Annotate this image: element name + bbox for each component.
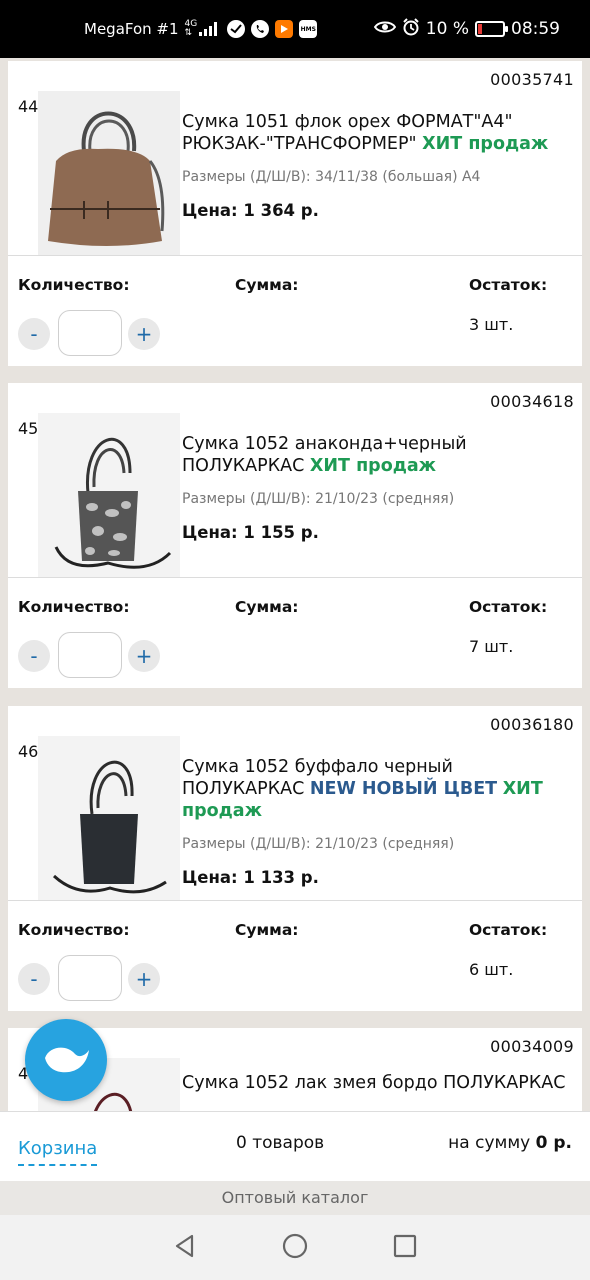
back-icon[interactable] [172, 1233, 198, 1263]
cart-bar: Корзина 0 товаров на сумму 0 р. [0, 1111, 590, 1181]
quantity-input[interactable] [58, 310, 122, 356]
product-card: 00035741 44 Сумка 1051 флок орех ФОРМАТ"… [8, 61, 582, 366]
decrease-button[interactable]: - [18, 318, 50, 350]
quantity-input[interactable] [58, 632, 122, 678]
product-price: Цена: 1 133 р. [182, 868, 319, 887]
divider [8, 577, 582, 578]
clock: 08:59 [511, 19, 560, 39]
stock-value: 6 шт. [469, 960, 514, 979]
stock-value: 3 шт. [469, 315, 514, 334]
product-sizes: Размеры (Д/Ш/В): 34/11/38 (большая) А4 [182, 169, 481, 185]
cart-link[interactable]: Корзина [18, 1138, 98, 1166]
chat-button[interactable] [25, 1019, 107, 1101]
product-code: 00035741 [490, 70, 574, 89]
product-title[interactable]: Сумка 1052 лак змея бордо ПОЛУКАРКАС [182, 1072, 574, 1094]
hit-badge: ХИТ продаж [422, 134, 549, 154]
decrease-button[interactable]: - [18, 640, 50, 672]
battery-percent: 10 % [425, 19, 469, 39]
product-title[interactable]: Сумка 1052 буффало черный ПОЛУКАРКАС NEW… [182, 756, 574, 822]
product-sizes: Размеры (Д/Ш/В): 21/10/23 (средняя) [182, 836, 455, 852]
product-price: Цена: 1 364 р. [182, 201, 319, 220]
alarm-icon [402, 17, 420, 41]
new-color-badge: NEW НОВЫЙ ЦВЕТ [309, 779, 498, 799]
product-number: 46 [18, 742, 39, 761]
status-bar: MegaFon #1 4G ⇅ HMS 10 % 08:59 [0, 0, 590, 58]
increase-button[interactable]: + [128, 640, 160, 672]
carrier-name: MegaFon #1 [84, 20, 179, 38]
product-code: 00034009 [490, 1037, 574, 1056]
hms-icon: HMS [299, 20, 318, 38]
stock-label: Остаток: [469, 921, 548, 939]
decrease-button[interactable]: - [18, 963, 50, 995]
product-number: 45 [18, 419, 39, 438]
product-title[interactable]: Сумка 1052 анаконда+черный ПОЛУКАРКАС ХИ… [182, 433, 574, 477]
network-type: 4G ⇅ [184, 19, 198, 38]
stock-label: Остаток: [469, 598, 548, 616]
cart-total: на сумму 0 р. [448, 1133, 572, 1153]
sberbank-icon [227, 20, 246, 38]
quantity-label: Количество: [18, 921, 130, 939]
catalog-link[interactable]: Оптовый каталог [0, 1181, 590, 1215]
cart-total-value: 0 р. [535, 1133, 572, 1153]
sum-label: Сумма: [235, 921, 299, 939]
product-title[interactable]: Сумка 1051 флок орех ФОРМАТ"А4" РЮКЗАК-"… [182, 111, 574, 155]
product-price: Цена: 1 155 р. [182, 523, 319, 542]
product-card: 00036180 46 Сумка 1052 буффало черный ПО… [8, 706, 582, 1011]
viber-icon [251, 20, 270, 38]
eye-icon [373, 19, 396, 39]
product-code: 00036180 [490, 715, 574, 734]
divider [8, 255, 582, 256]
increase-button[interactable]: + [128, 318, 160, 350]
hit-badge: ХИТ продаж [309, 456, 437, 476]
stock-value: 7 шт. [469, 637, 514, 656]
sum-label: Сумма: [235, 598, 299, 616]
home-icon[interactable] [281, 1232, 309, 1264]
quantity-input[interactable] [58, 955, 122, 1001]
sum-label: Сумма: [235, 276, 299, 294]
product-number: 44 [18, 97, 39, 116]
cart-item-count: 0 товаров [236, 1133, 325, 1153]
product-image[interactable] [38, 413, 180, 577]
quantity-label: Количество: [18, 598, 130, 616]
increase-button[interactable]: + [128, 963, 160, 995]
product-code: 00034618 [490, 392, 574, 411]
system-nav-bar [0, 1215, 590, 1280]
quantity-label: Количество: [18, 276, 130, 294]
product-image[interactable] [38, 91, 180, 255]
signal-icon [199, 22, 218, 36]
chat-bubble-icon [45, 1047, 89, 1073]
product-card: 00034618 45 Сумка 1052 анаконда+черный П… [8, 383, 582, 688]
battery-icon [475, 21, 508, 37]
product-sizes: Размеры (Д/Ш/В): 21/10/23 (средняя) [182, 491, 455, 507]
product-image[interactable] [38, 736, 180, 900]
divider [8, 900, 582, 901]
play-icon [275, 20, 294, 38]
recents-icon[interactable] [392, 1233, 418, 1263]
stock-label: Остаток: [469, 276, 548, 294]
